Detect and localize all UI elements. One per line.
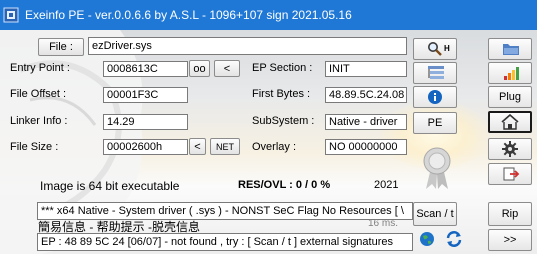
open-folder-button[interactable]	[488, 38, 532, 60]
net-button[interactable]: NET	[210, 138, 240, 155]
exeinfo-window: Exeinfo PE - ver.0.0.6.6 by A.S.L - 1096…	[0, 0, 537, 254]
export-button[interactable]	[488, 163, 532, 185]
ep-info-field[interactable]: EP : 48 89 5C 24 [06/07] - not found , t…	[37, 233, 413, 251]
entry-point-field[interactable]: 0008613C	[103, 61, 188, 77]
sections-button[interactable]	[413, 62, 457, 84]
file-name-field[interactable]: ezDriver.sys	[88, 37, 407, 55]
h-label: H	[444, 44, 450, 53]
award-seal-icon	[423, 147, 451, 189]
subsystem-field[interactable]: Native - driver	[325, 114, 407, 130]
file-size-back-button[interactable]: <	[189, 138, 206, 155]
linker-info-label: Linker Info :	[10, 115, 68, 127]
signal-bars-icon	[504, 67, 519, 80]
main-panel: File : ezDriver.sys Entry Point : 000861…	[0, 30, 537, 254]
file-offset-label: File Offset :	[10, 88, 67, 100]
stats-button[interactable]	[488, 62, 532, 84]
export-icon	[503, 167, 520, 181]
pe-button[interactable]: PE	[413, 112, 457, 134]
app-icon	[3, 7, 19, 23]
year-status: 2021	[374, 179, 399, 191]
first-bytes-label: First Bytes :	[252, 88, 311, 100]
overlay-field[interactable]: NO 00000000	[325, 139, 407, 155]
next-button[interactable]: >>	[488, 229, 532, 251]
search-button[interactable]: H	[413, 38, 457, 60]
first-bytes-field[interactable]: 48.89.5C.24.08	[325, 87, 407, 103]
subsystem-label: SubSystem :	[252, 115, 315, 127]
sections-tree-icon	[428, 66, 444, 79]
globe-icon[interactable]	[419, 231, 435, 247]
entry-point-back-button[interactable]: <	[214, 60, 240, 77]
title-bar: Exeinfo PE - ver.0.0.6.6 by A.S.L - 1096…	[0, 0, 537, 30]
overlay-label: Overlay :	[252, 141, 297, 153]
info-icon	[428, 90, 442, 104]
folder-open-icon	[503, 44, 519, 55]
entry-point-label: Entry Point :	[10, 62, 70, 74]
info-button[interactable]	[413, 86, 457, 108]
ep-section-label: EP Section :	[252, 62, 313, 74]
bitness-status: Image is 64 bit executable	[40, 179, 180, 193]
ep-section-field[interactable]: INIT	[325, 61, 407, 77]
scan-button[interactable]: Scan / t	[413, 202, 457, 226]
magnifier-icon	[428, 42, 442, 56]
window-title: Exeinfo PE - ver.0.0.6.6 by A.S.L - 1096…	[25, 8, 352, 22]
file-size-label: File Size :	[10, 141, 59, 153]
gear-icon	[502, 141, 518, 157]
home-button[interactable]	[488, 111, 532, 133]
options-button[interactable]	[488, 138, 532, 160]
file-button[interactable]: File :	[38, 38, 84, 56]
refresh-icon[interactable]	[445, 230, 463, 248]
home-icon	[501, 114, 519, 130]
plug-button[interactable]: Plug	[488, 86, 532, 108]
res-ovl-status: RES/OVL : 0 / 0 %	[238, 179, 331, 191]
file-offset-field[interactable]: 00001F3C	[103, 87, 188, 103]
file-size-field[interactable]: 00002600h	[103, 139, 188, 155]
linker-info-field[interactable]: 14.29	[103, 114, 188, 130]
scan-time: 16 ms.	[368, 218, 399, 229]
entry-point-oo-button[interactable]: oo	[189, 60, 210, 77]
rip-button[interactable]: Rip	[488, 202, 532, 226]
